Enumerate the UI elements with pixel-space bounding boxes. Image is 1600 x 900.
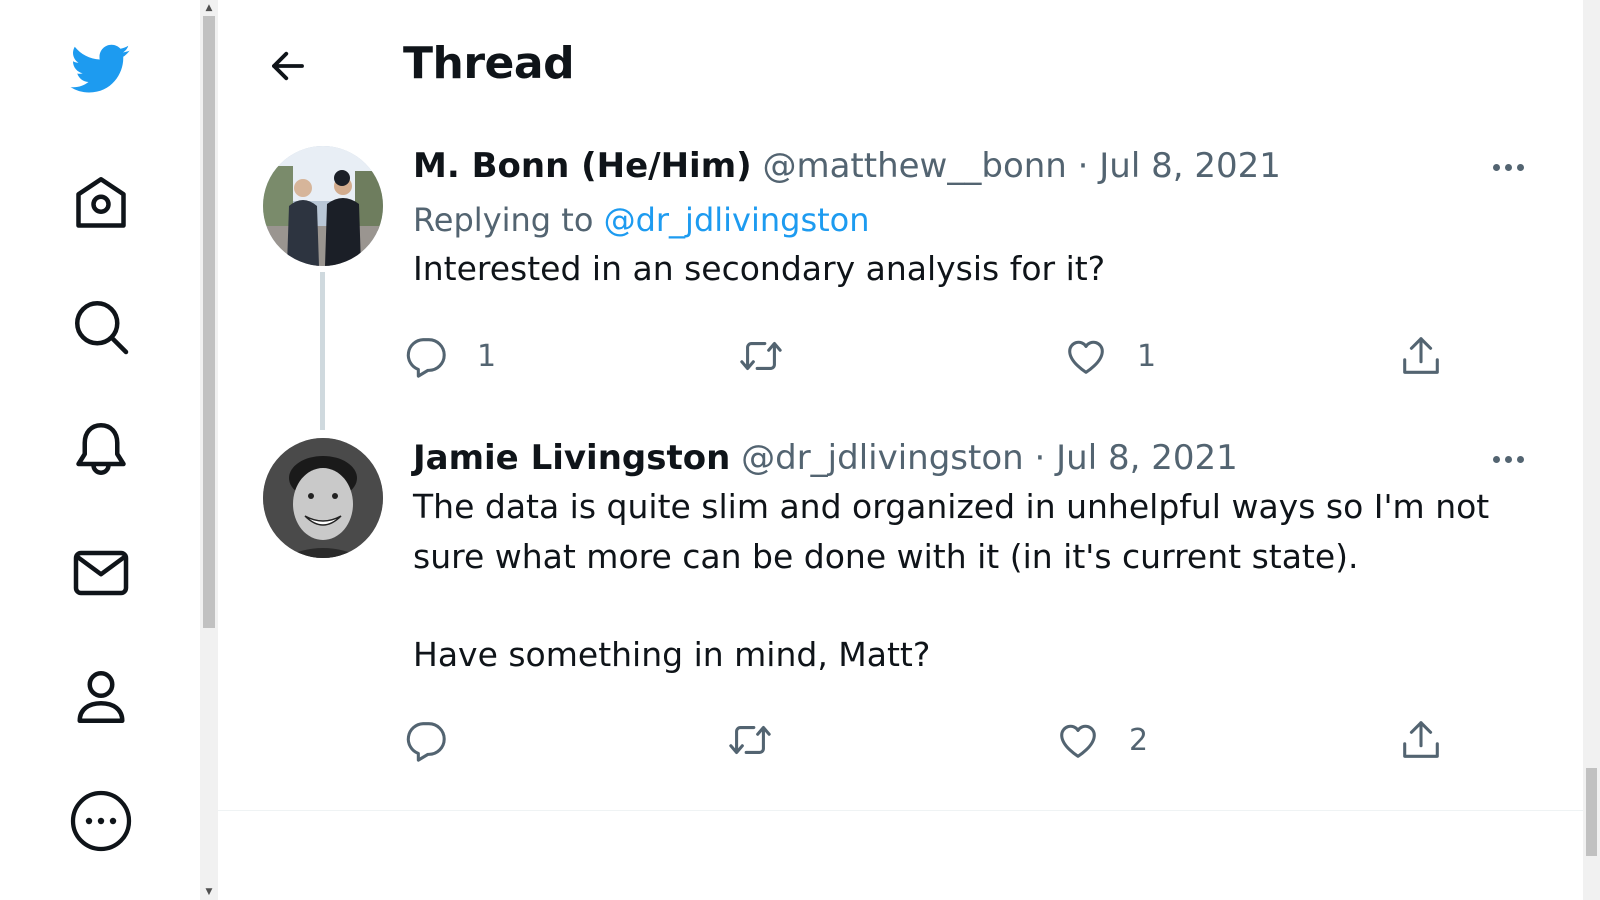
replying-to: Replying to @dr_jdlivingston — [413, 200, 1523, 240]
tweet-meta: M. Bonn (He/Him) @matthew__bonn · Jul 8,… — [413, 146, 1523, 186]
messages-icon[interactable] — [66, 538, 136, 608]
retweet-button[interactable] — [736, 326, 786, 386]
retweet-icon — [740, 342, 782, 370]
like-count: 1 — [1137, 338, 1157, 374]
avatar[interactable] — [263, 438, 383, 558]
retweet-button[interactable] — [725, 710, 775, 770]
tweet-text-line: sure what more can be done with it (in i… — [413, 537, 1359, 576]
twitter-logo-icon[interactable] — [66, 34, 136, 104]
share-button[interactable] — [1398, 710, 1444, 770]
profile-icon[interactable] — [66, 662, 136, 732]
back-arrow-icon — [272, 51, 304, 81]
main-column: Thread M. Bonn (He/Him) @matthew__bonn ·… — [218, 0, 1583, 900]
tweet-text: The data is quite slim and organized in … — [413, 482, 1523, 680]
scrollbar-thumb[interactable] — [1586, 768, 1597, 856]
like-button[interactable]: 2 — [1055, 710, 1148, 770]
page-scrollbar[interactable] — [1583, 0, 1600, 900]
replying-to-label: Replying to — [413, 201, 604, 239]
retweet-icon — [729, 726, 771, 754]
like-count: 2 — [1129, 722, 1149, 758]
tweet-date[interactable]: Jul 8, 2021 — [1056, 438, 1238, 478]
tweet-text-line: Have something in mind, Matt? — [413, 635, 931, 674]
reply-count: 1 — [477, 338, 497, 374]
dot — [1492, 163, 1500, 171]
tweet-meta: Jamie Livingston @dr_jdlivingston · Jul … — [413, 438, 1523, 478]
more-options-button[interactable] — [1483, 444, 1533, 474]
home-icon[interactable] — [66, 168, 136, 238]
nav-scrollbar[interactable]: ▲ ▼ — [200, 0, 218, 900]
share-button[interactable] — [1398, 326, 1444, 386]
heart-icon — [1068, 340, 1104, 374]
scrollbar-thumb[interactable] — [203, 16, 215, 628]
reply-icon — [406, 338, 446, 378]
author-name[interactable]: Jamie Livingston — [413, 438, 730, 478]
tweet-actions: 2 — [403, 710, 1473, 770]
dot — [1492, 455, 1500, 463]
reply-button[interactable] — [403, 710, 477, 770]
author-handle[interactable]: @dr_jdlivingston — [741, 438, 1024, 478]
tweet[interactable]: Jamie Livingston @dr_jdlivingston · Jul … — [218, 438, 1583, 798]
left-navigation — [0, 0, 200, 900]
share-icon — [1403, 721, 1439, 758]
avatar[interactable] — [263, 146, 383, 266]
replying-to-handle-link[interactable]: @dr_jdlivingston — [604, 201, 870, 239]
dot — [1516, 455, 1524, 463]
page-title: Thread — [403, 38, 575, 89]
more-icon[interactable] — [66, 786, 136, 856]
dot — [1504, 455, 1512, 463]
tweet[interactable]: M. Bonn (He/Him) @matthew__bonn · Jul 8,… — [218, 146, 1583, 436]
thread-header: Thread — [218, 0, 1583, 130]
like-button[interactable]: 1 — [1063, 326, 1156, 386]
tweet-text: Interested in an secondary analysis for … — [413, 249, 1106, 288]
tweet-text-line: The data is quite slim and organized in … — [413, 487, 1490, 526]
reply-button[interactable]: 1 — [403, 326, 496, 386]
scroll-up-arrow-icon[interactable]: ▲ — [200, 0, 218, 16]
heart-icon — [1060, 724, 1096, 758]
dot — [1504, 163, 1512, 171]
more-options-button[interactable] — [1483, 152, 1533, 182]
reply-icon — [406, 722, 446, 762]
search-icon[interactable] — [66, 292, 136, 362]
meta-separator: · — [1077, 146, 1089, 186]
scroll-down-arrow-icon[interactable]: ▼ — [200, 884, 218, 900]
author-handle[interactable]: @matthew__bonn — [762, 146, 1066, 186]
share-icon — [1403, 337, 1439, 374]
notifications-icon[interactable] — [66, 414, 136, 484]
author-name[interactable]: M. Bonn (He/Him) — [413, 146, 752, 186]
dot — [1516, 163, 1524, 171]
tweet-date[interactable]: Jul 8, 2021 — [1099, 146, 1281, 186]
back-button[interactable] — [264, 42, 312, 90]
thread-connector-line — [320, 272, 325, 430]
tweet-divider — [218, 810, 1583, 811]
tweet-actions: 1 1 — [403, 326, 1473, 386]
meta-separator: · — [1034, 438, 1046, 478]
